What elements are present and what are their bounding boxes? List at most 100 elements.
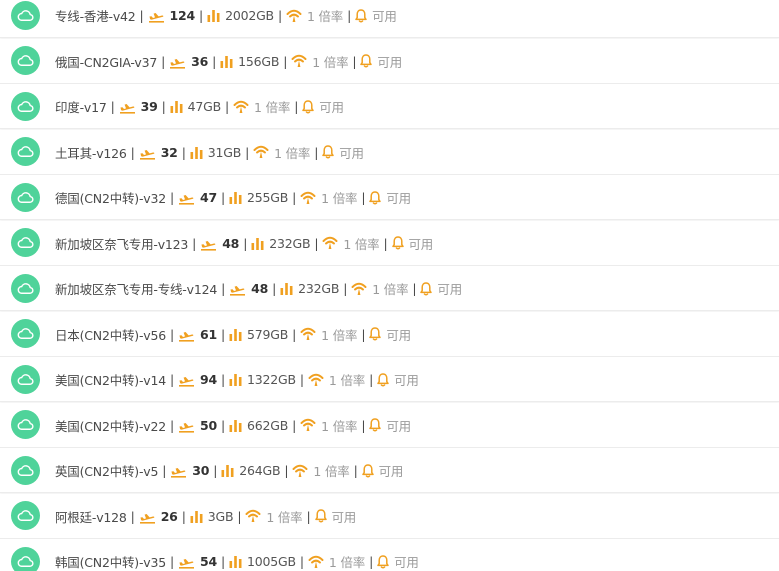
plane-icon bbox=[178, 372, 195, 387]
cloud-icon bbox=[11, 182, 40, 212]
bell-icon bbox=[355, 8, 367, 23]
node-row[interactable]: 专线-香港-v42 | 124 | 2002GB | 1 倍率 | 可用 bbox=[0, 0, 779, 38]
rate-value: 1 倍率 bbox=[254, 100, 291, 115]
node-row[interactable]: 俄国-CN2GIA-v37 | 36 | 156GB | 1 倍率 | 可用 bbox=[0, 38, 779, 84]
separator: | bbox=[221, 281, 226, 296]
separator: | bbox=[213, 463, 218, 478]
node-name: 德国(CN2中转)-v32 bbox=[55, 191, 166, 206]
separator: | bbox=[292, 190, 297, 205]
status-text: 可用 bbox=[394, 373, 419, 388]
node-info: 日本(CN2中转)-v56 | 61 | 579GB | 1 倍率 | 可用 bbox=[55, 312, 411, 357]
plane-icon bbox=[200, 236, 217, 251]
bar-chart-icon bbox=[207, 9, 220, 22]
status-text: 可用 bbox=[386, 191, 411, 206]
node-row[interactable]: 日本(CN2中转)-v56 | 61 | 579GB | 1 倍率 | 可用 bbox=[0, 311, 779, 357]
rate-value: 1 倍率 bbox=[306, 9, 344, 24]
separator: | bbox=[221, 417, 226, 433]
traffic-value: 3GB bbox=[207, 508, 234, 524]
node-row[interactable]: 阿根廷-v128 | 26 | 3GB | 1 倍率 | 可用 bbox=[0, 493, 779, 539]
signal-icon bbox=[300, 418, 316, 432]
online-count: 50 bbox=[200, 417, 218, 433]
signal-icon bbox=[233, 100, 249, 114]
node-row[interactable]: 韩国(CN2中转)-v35 | 54 | 1005GB | 1 倍率 | 可用 bbox=[0, 539, 779, 571]
node-row[interactable]: 新加坡区奈飞专用-v123 | 48 | 232GB | 1 倍率 | 可用 bbox=[0, 220, 779, 266]
separator: | bbox=[170, 372, 175, 387]
node-row[interactable]: 新加坡区奈飞专用-专线-v124 | 48 | 232GB | 1 倍率 | 可用 bbox=[0, 266, 779, 311]
node-row[interactable]: 美国(CN2中转)-v14 | 94 | 1322GB | 1 倍率 | 可用 bbox=[0, 357, 779, 402]
signal-icon bbox=[253, 145, 269, 159]
traffic-value: 255GB bbox=[247, 190, 289, 205]
separator: | bbox=[243, 235, 248, 251]
separator: | bbox=[221, 190, 226, 205]
bell-icon bbox=[391, 236, 404, 250]
node-name: 专线-香港-v42 bbox=[55, 9, 136, 24]
bell-icon bbox=[377, 554, 389, 569]
bell-icon bbox=[302, 99, 314, 114]
traffic-value: 264GB bbox=[239, 463, 281, 478]
node-name: 印度-v17 bbox=[55, 100, 107, 115]
node-info: 英国(CN2中转)-v5 | 30 | 264GB | 1 倍率 | 可用 bbox=[55, 448, 403, 493]
separator: | bbox=[161, 99, 166, 114]
separator: | bbox=[170, 554, 175, 569]
signal-icon bbox=[292, 464, 308, 478]
bar-chart-icon bbox=[170, 100, 183, 113]
separator: | bbox=[277, 8, 282, 23]
plane-icon bbox=[148, 8, 165, 23]
bar-chart-icon bbox=[229, 191, 242, 204]
node-row[interactable]: 土耳其-v126 | 32 | 31GB | 1 倍率 | 可用 bbox=[0, 129, 779, 175]
traffic-value: 1005GB bbox=[247, 554, 296, 569]
status-text: 可用 bbox=[377, 54, 403, 70]
separator: | bbox=[212, 53, 217, 69]
separator: | bbox=[221, 372, 226, 387]
node-row[interactable]: 印度-v17 | 39 | 47GB | 1 倍率 | 可用 bbox=[0, 84, 779, 129]
separator: | bbox=[225, 99, 230, 114]
separator: | bbox=[343, 281, 348, 296]
separator: | bbox=[110, 99, 115, 114]
bar-chart-icon bbox=[251, 237, 264, 250]
node-name: 新加坡区奈飞专用-v123 bbox=[55, 236, 189, 252]
rate-value: 1 倍率 bbox=[321, 191, 358, 206]
cloud-icon bbox=[11, 46, 40, 75]
rate-value: 1 倍率 bbox=[274, 145, 311, 161]
separator: | bbox=[139, 8, 144, 23]
signal-icon bbox=[300, 327, 316, 341]
online-count: 48 bbox=[222, 235, 240, 251]
rate-value: 1 倍率 bbox=[321, 327, 358, 343]
bell-icon bbox=[377, 372, 389, 387]
plane-icon bbox=[229, 281, 246, 296]
node-row[interactable]: 美国(CN2中转)-v22 | 50 | 662GB | 1 倍率 | 可用 bbox=[0, 402, 779, 448]
traffic-value: 31GB bbox=[207, 144, 242, 160]
signal-icon bbox=[245, 509, 261, 523]
node-row[interactable]: 英国(CN2中转)-v5 | 30 | 264GB | 1 倍率 | 可用 bbox=[0, 448, 779, 493]
bell-icon bbox=[314, 509, 327, 523]
traffic-value: 2002GB bbox=[225, 8, 274, 23]
status-text: 可用 bbox=[386, 327, 411, 343]
cloud-icon bbox=[11, 501, 40, 530]
separator: | bbox=[237, 508, 242, 524]
cloud-icon bbox=[11, 410, 40, 439]
online-count: 48 bbox=[251, 281, 269, 296]
separator: | bbox=[383, 235, 388, 251]
separator: | bbox=[361, 190, 366, 205]
plane-icon bbox=[139, 509, 156, 524]
node-row[interactable]: 德国(CN2中转)-v32 | 47 | 255GB | 1 倍率 | 可用 bbox=[0, 175, 779, 220]
separator: | bbox=[369, 372, 374, 387]
node-name: 俄国-CN2GIA-v37 bbox=[55, 54, 158, 70]
traffic-value: 232GB bbox=[269, 235, 311, 251]
status-text: 可用 bbox=[378, 464, 404, 479]
signal-icon bbox=[300, 191, 316, 205]
plane-icon bbox=[178, 190, 195, 205]
online-count: 36 bbox=[191, 53, 209, 69]
traffic-value: 47GB bbox=[187, 99, 222, 114]
node-info: 美国(CN2中转)-v22 | 50 | 662GB | 1 倍率 | 可用 bbox=[55, 403, 411, 448]
bar-chart-icon bbox=[229, 419, 242, 432]
online-count: 94 bbox=[200, 372, 218, 387]
separator: | bbox=[181, 508, 186, 524]
online-count: 26 bbox=[160, 508, 178, 524]
bar-chart-icon bbox=[280, 282, 293, 295]
node-info: 俄国-CN2GIA-v37 | 36 | 156GB | 1 倍率 | 可用 bbox=[55, 39, 402, 84]
separator: | bbox=[347, 8, 352, 23]
rate-value: 1 倍率 bbox=[313, 464, 350, 479]
status-text: 可用 bbox=[408, 236, 434, 252]
node-info: 印度-v17 | 39 | 47GB | 1 倍率 | 可用 bbox=[55, 84, 344, 129]
